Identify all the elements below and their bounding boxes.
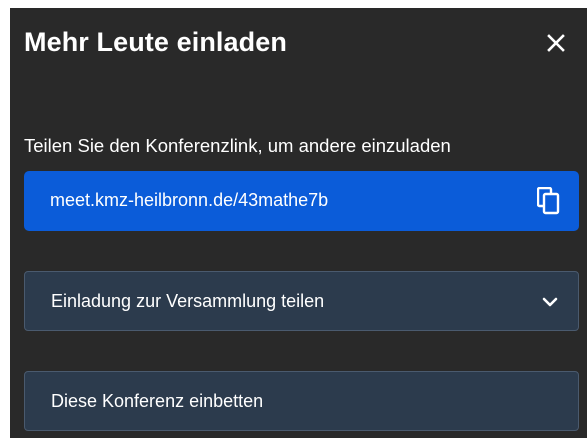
invite-dialog: Mehr Leute einladen Teilen Sie den Konfe… [10,8,587,438]
copy-icon [536,186,560,215]
embed-conference-label: Diese Konferenz einbetten [51,391,264,411]
share-link-label: Teilen Sie den Konferenzlink, um andere … [24,135,451,156]
dialog-title: Mehr Leute einladen [24,27,287,57]
conference-link-url[interactable]: meet.kmz-heilbronn.de/43mathe7b [50,190,328,211]
embed-conference-button[interactable]: Diese Konferenz einbetten [24,371,579,431]
chevron-down-icon [542,297,558,307]
share-invitation-dropdown[interactable]: Einladung zur Versammlung teilen [24,271,579,331]
close-button[interactable] [539,26,573,60]
copy-link-button[interactable] [536,186,561,215]
share-invitation-label: Einladung zur Versammlung teilen [51,291,325,311]
conference-link-box[interactable]: meet.kmz-heilbronn.de/43mathe7b [24,171,579,231]
close-icon [547,34,565,52]
